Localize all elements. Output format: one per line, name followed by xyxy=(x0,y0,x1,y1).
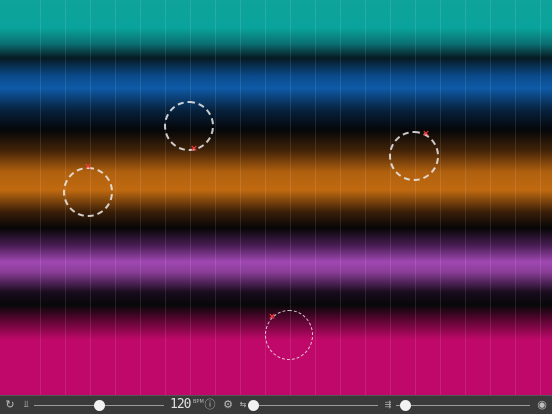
sequencer-canvas[interactable]: × × × × xyxy=(0,0,552,395)
sound-circle[interactable] xyxy=(389,131,439,181)
refresh-icon[interactable]: ↻ xyxy=(3,398,17,412)
grid-line xyxy=(190,0,191,395)
spread-slider-track[interactable] xyxy=(250,405,378,406)
grid-line xyxy=(315,0,316,395)
grid-line xyxy=(415,0,416,395)
grid-line xyxy=(540,0,541,395)
grid-line xyxy=(40,0,41,395)
grid-line xyxy=(165,0,166,395)
grid-line xyxy=(140,0,141,395)
playhead-marker: × xyxy=(268,312,276,322)
tempo-down-icon[interactable]: ⫫ xyxy=(19,398,33,412)
grid-line xyxy=(490,0,491,395)
density-slider-thumb[interactable] xyxy=(400,400,412,411)
playhead-marker: × xyxy=(84,162,92,172)
grid-line xyxy=(390,0,391,395)
playhead-marker: × xyxy=(422,129,430,139)
density-slider-track[interactable] xyxy=(396,405,530,406)
sound-circle[interactable] xyxy=(63,167,113,217)
density-icon[interactable]: ⇶ xyxy=(381,398,395,412)
settings-icon[interactable]: ⚙ xyxy=(221,398,235,412)
record-icon[interactable]: ◉ xyxy=(535,398,549,412)
grid-line xyxy=(365,0,366,395)
grid-line xyxy=(240,0,241,395)
grid-line xyxy=(465,0,466,395)
grid-line xyxy=(340,0,341,395)
sound-circle[interactable] xyxy=(164,101,214,151)
info-icon[interactable]: ⓘ xyxy=(203,398,217,412)
grid-line xyxy=(515,0,516,395)
tempo-slider-thumb[interactable] xyxy=(94,400,105,411)
bpm-value: 120 xyxy=(170,397,192,412)
grid-line xyxy=(440,0,441,395)
bpm-unit: BPM xyxy=(193,399,204,405)
spread-slider-thumb[interactable] xyxy=(247,400,259,411)
grid-line xyxy=(215,0,216,395)
bottom-toolbar: ↻ ⫫ 120 BPM ⓘ ⚙ ⇆ ⇶ ◉ xyxy=(0,395,552,414)
playhead-marker: × xyxy=(190,144,198,154)
grid-line xyxy=(115,0,116,395)
